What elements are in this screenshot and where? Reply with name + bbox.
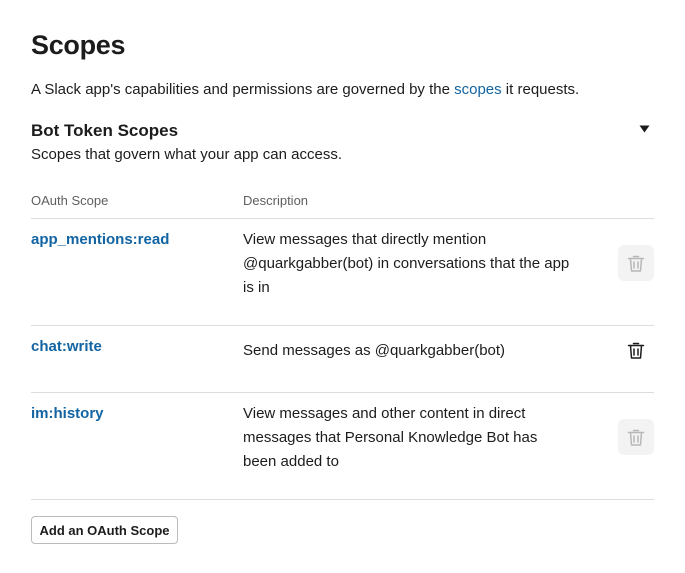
scopes-link[interactable]: scopes bbox=[454, 81, 502, 98]
scope-description-im-history: View messages and other content in direc… bbox=[243, 405, 538, 470]
trash-icon bbox=[627, 342, 645, 359]
table-divider bbox=[31, 392, 654, 393]
intro-text: A Slack app's capabilities and permissio… bbox=[31, 81, 579, 98]
scope-name-im-history[interactable]: im:history bbox=[31, 405, 104, 422]
delete-scope-button-chat-write[interactable] bbox=[618, 332, 654, 368]
table-divider bbox=[31, 325, 654, 326]
bot-token-scopes-subtitle: Scopes that govern what your app can acc… bbox=[31, 146, 343, 163]
scope-description-chat-write: Send messages as @quarkgabber(bot) bbox=[243, 342, 506, 359]
page-title: Scopes bbox=[31, 30, 126, 60]
intro-text-after: it requests. bbox=[501, 81, 580, 98]
delete-scope-button-app-mentions-read[interactable] bbox=[618, 245, 654, 281]
table-divider bbox=[31, 499, 654, 500]
column-header-description: Description bbox=[243, 193, 309, 208]
delete-scope-button-im-history[interactable] bbox=[618, 419, 654, 455]
trash-icon bbox=[627, 255, 645, 272]
table-divider bbox=[31, 218, 654, 219]
trash-icon bbox=[627, 429, 645, 446]
column-header-oauth-scope: OAuth Scope bbox=[31, 193, 109, 208]
bot-token-scopes-title: Bot Token Scopes bbox=[31, 121, 179, 140]
scope-name-app-mentions-read[interactable]: app_mentions:read bbox=[31, 231, 169, 248]
scope-description-app-mentions-read: View messages that directly mention @qua… bbox=[243, 231, 570, 296]
scope-name-chat-write[interactable]: chat:write bbox=[31, 338, 102, 355]
caret-down-icon[interactable] bbox=[636, 121, 652, 137]
intro-text-before: A Slack app's capabilities and permissio… bbox=[31, 81, 455, 98]
add-oauth-scope-button[interactable]: Add an OAuth Scope bbox=[31, 516, 178, 544]
